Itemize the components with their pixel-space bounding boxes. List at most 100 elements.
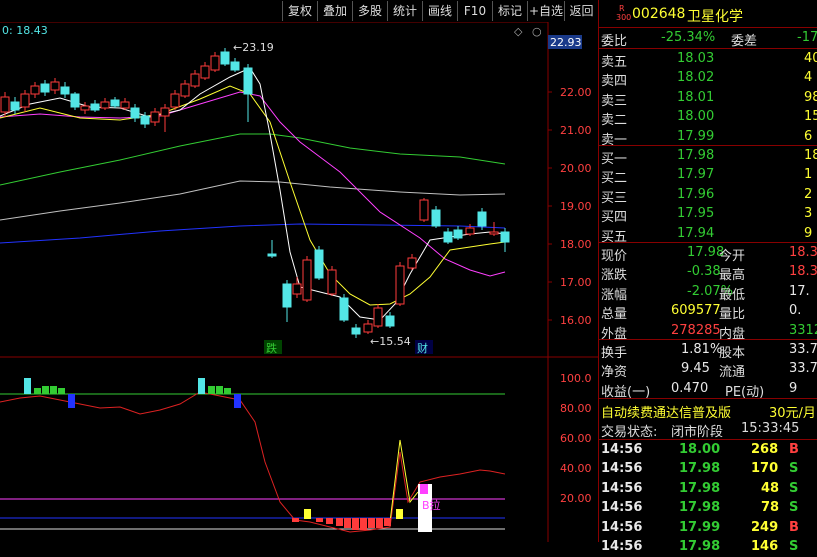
candle-body xyxy=(327,269,337,295)
event-finance-badge[interactable]: 财 xyxy=(417,341,428,355)
candle-body xyxy=(120,101,130,109)
event-fall-badge[interactable]: 跌 xyxy=(266,341,277,355)
candle-body xyxy=(150,111,160,123)
multi-stock-button[interactable]: 多股 xyxy=(352,1,387,21)
info-label: 0: 18.43 xyxy=(2,24,48,37)
sell-level-row[interactable]: 卖二 18.00 15( xyxy=(599,108,817,128)
buy-level-row[interactable]: 买四 17.95 3 xyxy=(599,205,817,225)
price-axis-label: 22.00 xyxy=(560,86,592,99)
low-price-marker: ←15.54 xyxy=(370,335,411,348)
back-button[interactable]: 返回 xyxy=(564,1,598,21)
stock-badge-r: R xyxy=(619,4,625,13)
indicator-bar xyxy=(304,509,311,519)
finance-row: 收益(一) 0.470 PE(动) 9 xyxy=(601,380,798,400)
buy-level-row[interactable]: 买一 17.98 18 xyxy=(599,147,817,167)
indicator-axis-label: 40.00 xyxy=(560,462,592,475)
kline-chart-area[interactable]: 0: 18.43 ◇ ○ 22.93 22.00 21.00 20.00 19.00 1… xyxy=(0,21,598,542)
candlesticks xyxy=(0,48,510,338)
price-axis-label: 18.00 xyxy=(560,238,592,251)
candle-body xyxy=(50,81,60,91)
candle-body xyxy=(395,265,405,305)
candle-body xyxy=(0,96,10,113)
sell-level-row[interactable]: 卖四 18.02 4 xyxy=(599,69,817,89)
indicator-bar xyxy=(352,518,359,530)
indicator-panel: B拉 xyxy=(0,378,506,533)
indicator-bar xyxy=(360,518,367,530)
indicator-bar xyxy=(292,518,299,522)
quote-row: 涨跌 -0.38 最高 18.3 xyxy=(601,264,817,284)
candle-body xyxy=(190,73,200,87)
quote-row: 外盘 278285 内盘 33129 xyxy=(601,322,817,342)
price-axis-label: 21.00 xyxy=(560,124,592,137)
candle-body xyxy=(419,199,429,221)
tick-row: 14:56 17.98 146 S xyxy=(601,539,799,554)
circle-icon[interactable]: ○ xyxy=(532,25,542,38)
indicator-yellow-line xyxy=(389,439,419,523)
kline-chart[interactable]: 0: 18.43 ◇ ○ 22.93 22.00 21.00 20.00 19.00 1… xyxy=(0,21,598,542)
indicator-bar xyxy=(68,394,75,408)
indicator-bar xyxy=(368,518,375,528)
candle-body xyxy=(351,327,361,335)
tick-row: 14:56 17.99 249 B xyxy=(601,519,799,535)
candle-body xyxy=(363,323,373,333)
ma120-line xyxy=(0,180,506,221)
indicator-axis: 100.0 80.00 60.00 40.00 20.00 xyxy=(560,372,592,505)
finance-row: 净资 9.45 流通 33.7 xyxy=(601,361,817,381)
quote-row: 现价 17.98 今开 18.3 xyxy=(601,245,817,264)
indicator-bar xyxy=(376,518,383,528)
candle-body xyxy=(180,83,190,97)
candle-body xyxy=(443,231,453,243)
draw-line-button[interactable]: 画线 xyxy=(422,1,457,21)
buy-level-row[interactable]: 买三 17.96 2 xyxy=(599,186,817,206)
buy-level-row[interactable]: 买二 17.97 1 xyxy=(599,166,817,186)
f10-button[interactable]: F10 xyxy=(457,1,492,21)
ma10-line xyxy=(0,85,506,306)
diamond-icon[interactable]: ◇ xyxy=(514,25,523,38)
quote-panel: R 300 002648 卫星化学 委比 -25.34% 委差 -17 卖五 1… xyxy=(598,0,817,554)
candle-body xyxy=(500,231,510,243)
candle-body xyxy=(60,86,70,95)
indicator-bar xyxy=(344,518,351,528)
indicator-bar xyxy=(224,388,231,394)
indicator-bar xyxy=(396,509,403,519)
sell-level-row[interactable]: 卖三 18.01 98 xyxy=(599,89,817,109)
indicator-bar xyxy=(24,378,31,394)
high-price-marker: ←23.19 xyxy=(233,41,274,54)
statistics-button[interactable]: 统计 xyxy=(387,1,422,21)
indicator-bar xyxy=(58,388,65,394)
indicator-bar xyxy=(198,378,205,394)
candle-body xyxy=(489,231,499,235)
overlay-button[interactable]: 叠加 xyxy=(317,1,352,21)
order-ratio-row: 委比 -25.34% 委差 -17 xyxy=(601,30,817,49)
candle-body xyxy=(20,93,30,108)
stock-code[interactable]: 002648 xyxy=(632,6,685,22)
sell-level-row[interactable]: 卖五 18.03 40 xyxy=(599,50,817,70)
candle-body xyxy=(100,101,110,109)
candle-body xyxy=(465,227,475,235)
candle-body xyxy=(110,99,120,107)
chart-toolbar: 复权 叠加 多股 统计 画线 F10 标记 +自选 返回 xyxy=(0,0,598,22)
candle-body xyxy=(243,67,253,95)
indicator-axis-label: 60.00 xyxy=(560,432,592,445)
indicator-axis-label: 100.0 xyxy=(560,372,592,385)
buy-level-row[interactable]: 买五 17.94 9 xyxy=(599,225,817,245)
candle-body xyxy=(30,85,40,95)
add-watchlist-button[interactable]: +自选 xyxy=(527,1,564,21)
indicator-bar xyxy=(50,386,57,394)
finance-row: 换手 1.81% 股本 33.7 xyxy=(601,342,817,361)
restore-rights-button[interactable]: 复权 xyxy=(282,1,317,21)
mark-button[interactable]: 标记 xyxy=(492,1,527,21)
indicator-bar xyxy=(234,394,241,408)
stock-name[interactable]: 卫星化学 xyxy=(687,6,743,26)
indicator-bar xyxy=(34,388,41,394)
indicator-annotation: B拉 xyxy=(422,498,441,512)
candle-body xyxy=(314,249,324,279)
tick-row: 14:56 17.98 48 S xyxy=(601,480,799,496)
candle-body xyxy=(267,253,277,257)
indicator-bars xyxy=(24,378,403,530)
candle-body xyxy=(220,51,230,65)
sell-level-row[interactable]: 卖一 17.99 6 xyxy=(599,128,817,148)
price-axis: 22.00 21.00 20.00 19.00 18.00 17.00 16.00 xyxy=(548,86,592,327)
tick-row: 14:56 17.98 170 S xyxy=(601,461,799,477)
ad-row[interactable]: 自动续费通达信普及版 30元/月 xyxy=(599,401,817,421)
